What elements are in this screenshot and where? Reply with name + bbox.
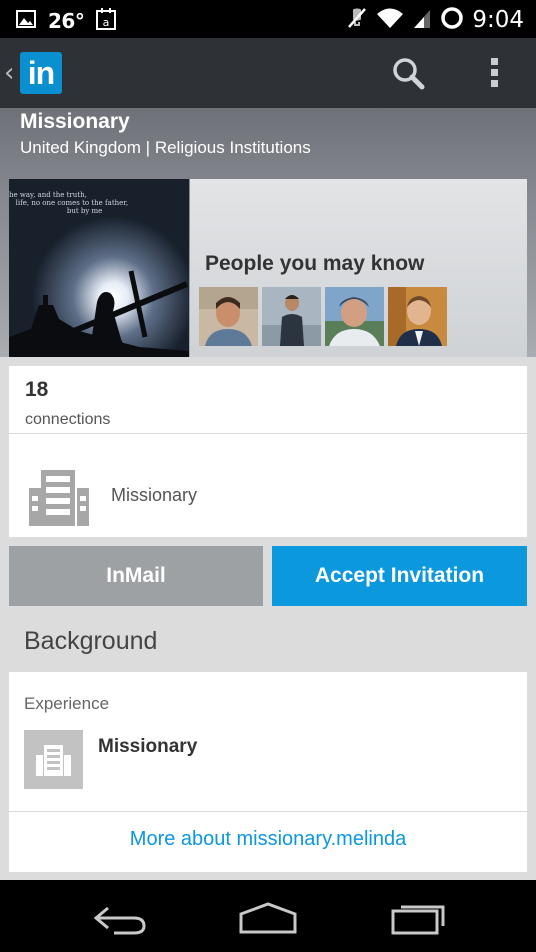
people-you-may-know-title: People you may know	[205, 252, 425, 275]
action-bar: ‹ in	[0, 38, 536, 108]
home-icon[interactable]	[233, 898, 303, 938]
recents-icon[interactable]	[383, 898, 453, 938]
divider	[9, 433, 527, 434]
wifi-icon	[376, 7, 404, 33]
back-chevron-icon[interactable]: ‹	[4, 60, 14, 86]
navigation-bar	[0, 880, 536, 952]
search-icon[interactable]	[388, 54, 428, 94]
experience-title[interactable]: Missionary	[98, 736, 197, 758]
overflow-menu-icon[interactable]	[482, 54, 506, 94]
experience-label: Experience	[24, 694, 110, 713]
sync-circle-icon	[440, 6, 464, 34]
back-icon[interactable]	[84, 898, 154, 938]
linkedin-logo-button[interactable]: in	[20, 52, 62, 94]
background-section-title: Background	[24, 627, 158, 655]
suggested-person-avatar[interactable]	[388, 287, 447, 346]
suggested-person-avatar[interactable]	[262, 287, 321, 346]
suggested-person-avatar[interactable]	[199, 287, 258, 346]
svg-text:a: a	[103, 16, 110, 29]
suggested-person-avatar[interactable]	[325, 287, 384, 346]
photo-quote-text: he way, and the truth, life, no one come…	[9, 191, 129, 215]
profile-name: Missionary	[20, 110, 130, 133]
signal-icon	[412, 7, 432, 33]
connections-label[interactable]: connections	[25, 411, 110, 429]
building-icon	[24, 730, 83, 789]
more-about-link[interactable]: More about missionary.melinda	[9, 828, 527, 851]
clock-text: 9:04	[472, 7, 524, 33]
background-photo[interactable]: he way, and the truth, life, no one come…	[9, 179, 189, 358]
mute-icon	[346, 6, 368, 34]
profile-subtitle: United Kingdom | Religious Institutions	[20, 138, 311, 157]
company-name[interactable]: Missionary	[111, 485, 197, 506]
temperature-text: 26°	[48, 9, 85, 33]
experience-card: Experience Missionary More about mission…	[9, 672, 527, 872]
status-bar: 26° a 9:04	[0, 0, 536, 38]
connections-count[interactable]: 18	[25, 378, 48, 402]
people-you-may-know-card[interactable]: People you may know	[190, 179, 527, 358]
suggested-people-list	[199, 287, 447, 346]
inmail-button[interactable]: InMail	[9, 546, 263, 606]
divider	[9, 811, 527, 812]
calendar-icon: a	[96, 8, 117, 34]
profile-content: 18 connections Missionary InMail Accept …	[0, 357, 536, 880]
building-icon	[29, 464, 91, 526]
picture-icon	[16, 9, 36, 33]
accept-invitation-button[interactable]: Accept Invitation	[272, 546, 527, 606]
profile-header: Missionary United Kingdom | Religious In…	[0, 108, 536, 358]
connections-card: 18 connections Missionary	[9, 366, 527, 537]
